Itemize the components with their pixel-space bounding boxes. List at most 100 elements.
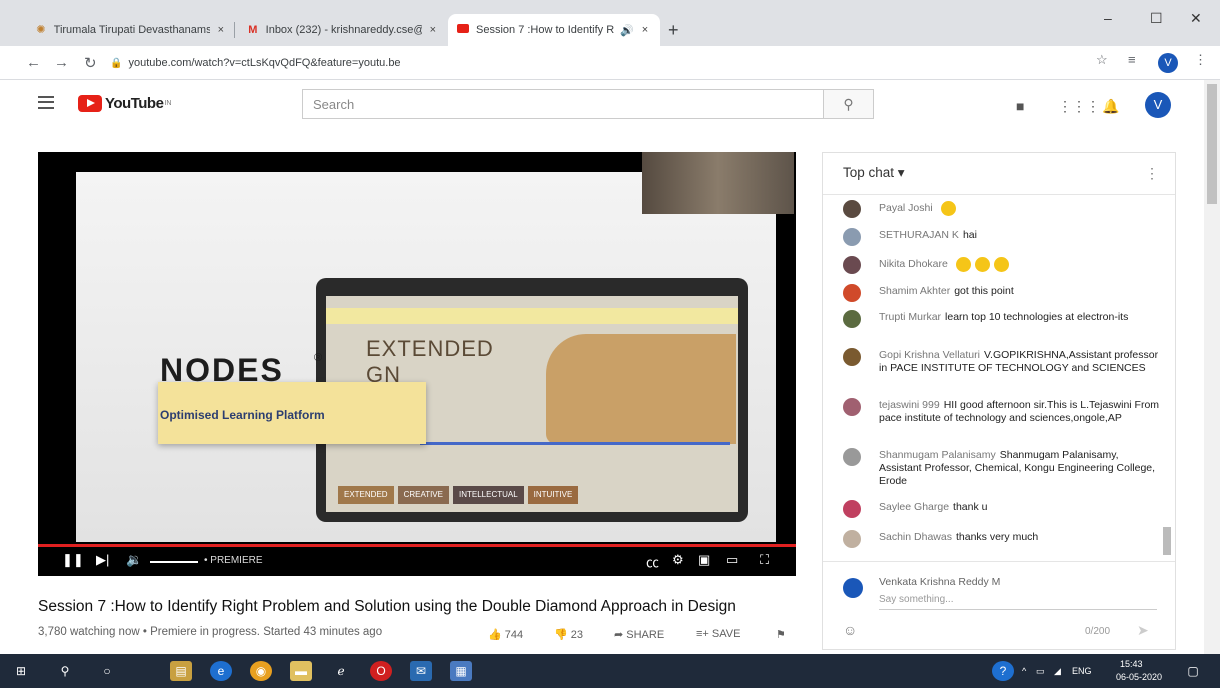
hamburger-menu-icon[interactable]	[38, 96, 54, 109]
next-icon[interactable]: ▶|	[96, 552, 109, 568]
new-tab-button[interactable]: +	[668, 20, 679, 41]
chip-creative: CREATIVE	[397, 486, 449, 504]
chat-author[interactable]: Gopi Krishna Vellaturi	[879, 349, 980, 361]
avatar[interactable]	[843, 500, 861, 518]
reload-icon[interactable]: ↻	[84, 54, 97, 72]
maximize-icon[interactable]: ☐	[1150, 10, 1163, 27]
tab-tirumala[interactable]: ✺ Tirumala Tirupati Devasthanams ×	[26, 14, 232, 46]
chat-author[interactable]: Shamim Akhter	[879, 285, 950, 297]
avatar[interactable]	[843, 530, 861, 548]
url-field[interactable]: 🔒 youtube.com/watch?v=ctLsKqvQdFQ&featur…	[110, 52, 1070, 74]
minimize-icon[interactable]: –	[1104, 10, 1112, 26]
cortana-icon[interactable]: ○	[96, 661, 118, 681]
volume-slider[interactable]	[150, 561, 198, 563]
notifications-bell-icon[interactable]: 🔔	[1102, 98, 1119, 115]
tray-chevron-icon[interactable]: ^	[1022, 666, 1026, 676]
theater-mode-icon[interactable]: ▭	[726, 552, 738, 568]
youtube-favicon-icon	[456, 23, 470, 37]
search-icon[interactable]: ⚲	[54, 661, 76, 681]
windows-start-icon[interactable]: ⊞	[10, 661, 32, 681]
chat-message-body: Payal Joshi	[879, 201, 1161, 216]
tab-gmail[interactable]: M Inbox (232) - krishnareddy.cse@ ×	[238, 14, 444, 46]
edge-icon[interactable]: e	[210, 661, 232, 681]
avatar[interactable]	[843, 310, 861, 328]
network-icon[interactable]: ◢	[1054, 666, 1061, 677]
pause-icon[interactable]: ❚❚	[62, 552, 84, 568]
back-icon[interactable]: ←	[26, 54, 41, 71]
media-queue-icon[interactable]: ≡	[1128, 52, 1136, 67]
browser-menu-icon[interactable]: ⋮	[1194, 52, 1207, 68]
avatar[interactable]	[843, 448, 861, 466]
chat-mode-dropdown[interactable]: Top chat ▾	[843, 165, 905, 181]
opera-icon[interactable]: O	[370, 661, 392, 681]
profile-button[interactable]: V	[1158, 53, 1178, 73]
gmail-icon: M	[248, 24, 258, 36]
bookmark-star-icon[interactable]: ☆	[1096, 52, 1108, 68]
create-video-icon[interactable]: ■	[1016, 98, 1024, 114]
chat-message-body: Trupti Murkar learn top 10 technologies a…	[879, 311, 1161, 324]
tab-youtube-session[interactable]: Session 7 :How to Identify R 🔊 ×	[448, 14, 660, 46]
chat-text: thanks very much	[955, 531, 1039, 543]
chat-more-icon[interactable]: ⋮	[1145, 165, 1159, 182]
captions-icon[interactable]: ㏄	[646, 552, 659, 571]
playlist-add-icon: ≡+	[696, 628, 712, 640]
report-flag-icon[interactable]: ⚑	[776, 628, 786, 641]
file-explorer-icon[interactable]: ▬	[290, 661, 312, 681]
search-button[interactable]: ⚲	[824, 89, 874, 119]
action-center-icon[interactable]: ▢	[1182, 661, 1204, 681]
save-button[interactable]: ≡+ SAVE	[696, 628, 740, 640]
emoji-picker-icon[interactable]: ☺	[843, 622, 857, 638]
clock-date[interactable]: 06-05-2020	[1116, 672, 1162, 682]
chat-scrollbar[interactable]	[1163, 527, 1171, 555]
send-icon[interactable]: ➤	[1137, 622, 1149, 639]
chat-author[interactable]: SETHURAJAN K	[879, 229, 959, 241]
avatar[interactable]	[843, 284, 861, 302]
close-tab-icon[interactable]: ×	[430, 24, 436, 36]
calendar-icon[interactable]: ▦	[450, 661, 472, 681]
chat-author[interactable]: Trupti Murkar	[879, 311, 941, 323]
like-button[interactable]: 👍 744	[488, 628, 523, 641]
chat-message-body: Shamim Akhter got this point	[879, 285, 1161, 298]
mail-icon[interactable]: ✉	[410, 661, 432, 681]
chat-message-input[interactable]: Say something...	[879, 594, 1157, 610]
avatar[interactable]	[843, 200, 861, 218]
chip-intellectual: INTELLECTUAL	[452, 486, 524, 504]
dislike-button[interactable]: 👎 23	[554, 628, 583, 641]
forward-icon[interactable]: →	[54, 54, 69, 71]
volume-icon[interactable]: 🔉	[126, 552, 142, 568]
apps-grid-icon[interactable]: ⋮⋮⋮	[1058, 98, 1100, 115]
close-window-icon[interactable]: ✕	[1190, 10, 1202, 27]
share-button[interactable]: ➦ SHARE	[614, 628, 664, 641]
screen-progress-bar	[420, 442, 730, 445]
avatar[interactable]	[843, 348, 861, 366]
close-tab-icon[interactable]: ×	[642, 24, 648, 36]
close-tab-icon[interactable]: ×	[218, 24, 224, 36]
chat-author[interactable]: Payal Joshi	[879, 202, 933, 214]
chat-author[interactable]: Shanmugam Palanisamy	[879, 449, 996, 461]
settings-gear-icon[interactable]: ⚙	[672, 552, 684, 568]
avatar[interactable]	[843, 228, 861, 246]
video-player[interactable]: EXTENDED GN KING EXTENDED CREATIVE INTEL…	[38, 152, 796, 576]
video-progress-bar[interactable]	[38, 544, 796, 547]
miniplayer-icon[interactable]: ▣	[698, 552, 710, 568]
internet-explorer-icon[interactable]: ℯ	[330, 661, 352, 681]
avatar[interactable]	[843, 398, 861, 416]
avatar[interactable]	[843, 256, 861, 274]
chat-author[interactable]: Nikita Dhokare	[879, 258, 948, 270]
store-icon[interactable]: ▤	[170, 661, 192, 681]
help-icon[interactable]: ?	[992, 661, 1014, 681]
chat-author[interactable]: tejaswini 999	[879, 399, 940, 411]
slide-tagline: Optimised Learning Platform	[160, 408, 325, 422]
chrome-icon[interactable]: ◉	[250, 661, 272, 681]
youtube-logo[interactable]: YouTube IN	[78, 95, 171, 112]
language-indicator[interactable]: ENG	[1072, 666, 1092, 676]
account-avatar[interactable]: V	[1145, 92, 1171, 118]
chat-message-body: Saylee Gharge thank u	[879, 501, 1161, 514]
clock-time[interactable]: 15:43	[1120, 659, 1143, 669]
audio-playing-icon[interactable]: 🔊	[620, 24, 634, 37]
search-input[interactable]: Search	[302, 89, 824, 119]
chat-author[interactable]: Saylee Gharge	[879, 501, 949, 513]
chat-author[interactable]: Sachin Dhawas	[879, 531, 952, 543]
page-scrollbar-thumb[interactable]	[1207, 84, 1217, 204]
fullscreen-icon[interactable]: ⛶	[760, 552, 769, 568]
